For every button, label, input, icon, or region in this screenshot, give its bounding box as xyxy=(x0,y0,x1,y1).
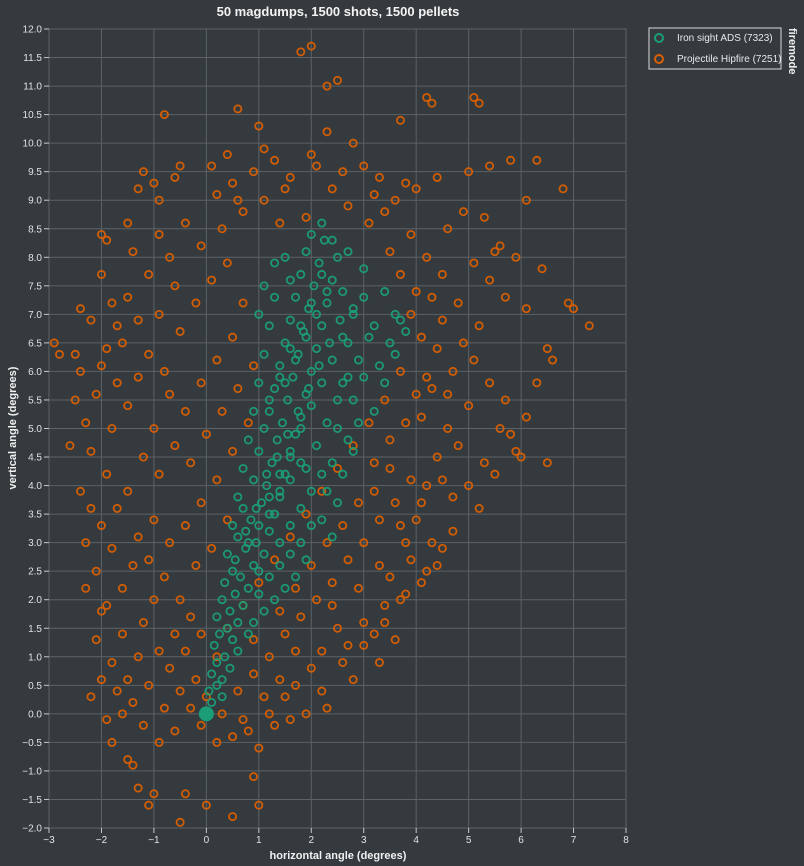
y-tick-label: 3.5 xyxy=(28,510,42,521)
y-tick-label: 4.5 xyxy=(28,453,42,464)
y-tick-label: 12.0 xyxy=(23,25,43,36)
y-tick-label: 0.5 xyxy=(28,681,42,692)
x-axis-title: horizontal angle (degrees) xyxy=(270,850,407,862)
y-tick-label: −2.0 xyxy=(22,824,42,835)
y-tick-label: 6.5 xyxy=(28,338,42,349)
y-tick-label: 10.0 xyxy=(23,139,43,150)
legend-label-ads: Iron sight ADS (7323) xyxy=(677,33,773,44)
x-tick-label: −2 xyxy=(96,835,108,846)
y-tick-label: 2.0 xyxy=(28,595,42,606)
x-tick-label: 0 xyxy=(204,835,210,846)
y-tick-label: 8.0 xyxy=(28,253,42,264)
scatter-chart: 50 magdumps, 1500 shots, 1500 pellets −3… xyxy=(0,0,804,866)
x-tick-label: 7 xyxy=(571,835,577,846)
y-tick-label: 7.5 xyxy=(28,281,42,292)
y-tick-label: 7.0 xyxy=(28,310,42,321)
y-tick-label: 6.0 xyxy=(28,367,42,378)
data-point-origin-cluster xyxy=(198,706,214,722)
x-tick-label: 4 xyxy=(413,835,419,846)
y-tick-label: 9.5 xyxy=(28,167,42,178)
y-tick-label: 2.5 xyxy=(28,567,42,578)
legend-label-hipfire: Projectile Hipfire (7251) xyxy=(677,54,782,65)
x-tick-label: 5 xyxy=(466,835,472,846)
y-tick-label: 5.5 xyxy=(28,395,42,406)
y-tick-label: 0.0 xyxy=(28,709,42,720)
y-tick-label: 9.0 xyxy=(28,196,42,207)
y-tick-label: −0.5 xyxy=(22,738,42,749)
y-tick-label: 8.5 xyxy=(28,224,42,235)
chart-title: 50 magdumps, 1500 shots, 1500 pellets xyxy=(217,4,460,19)
x-tick-label: 1 xyxy=(256,835,262,846)
y-tick-label: 5.0 xyxy=(28,424,42,435)
y-tick-label: 4.0 xyxy=(28,481,42,492)
y-tick-label: 11.5 xyxy=(23,53,42,64)
y-tick-label: −1.5 xyxy=(22,795,42,806)
y-axis-title: vertical angle (degrees) xyxy=(7,366,19,489)
x-tick-label: −3 xyxy=(43,835,55,846)
x-tick-label: 6 xyxy=(518,835,524,846)
x-tick-label: 8 xyxy=(623,835,629,846)
x-tick-label: −1 xyxy=(148,835,160,846)
x-tick-label: 2 xyxy=(308,835,314,846)
y-tick-label: 11.0 xyxy=(23,82,42,93)
x-tick-label: 3 xyxy=(361,835,367,846)
y-tick-label: −1.0 xyxy=(22,766,42,777)
y-tick-label: 3.0 xyxy=(28,538,42,549)
y-tick-label: 1.5 xyxy=(28,624,42,635)
y-tick-label: 1.0 xyxy=(28,652,42,663)
legend-title: firemode xyxy=(786,28,798,74)
chart-background xyxy=(0,0,804,866)
y-tick-label: 10.5 xyxy=(23,110,43,121)
